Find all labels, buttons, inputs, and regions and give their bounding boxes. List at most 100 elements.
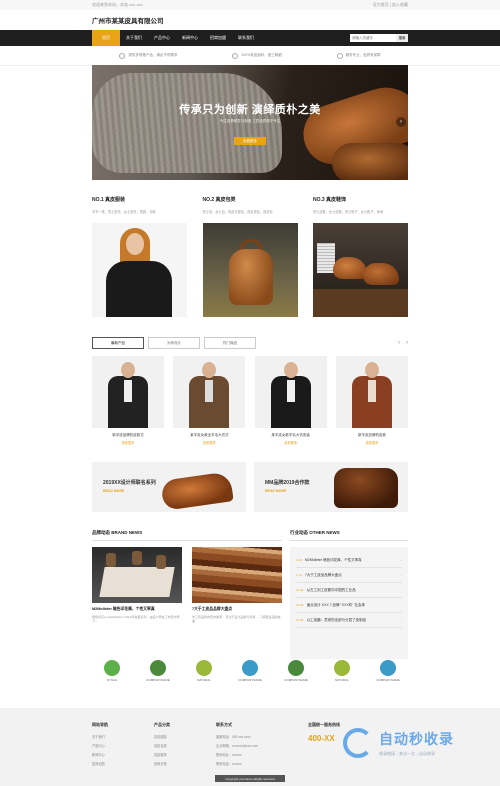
nav-home[interactable]: 首页 [92, 30, 120, 46]
nav-contact[interactable]: 联系我们 [232, 30, 260, 46]
tab-arrows: ‹ › [398, 340, 408, 346]
news-desc: 暗色印花Lucia&Molleter 2019年春夏系列... 由设计师在工作室… [92, 615, 180, 624]
nav-about[interactable]: 关于我们 [120, 30, 148, 46]
product-image[interactable] [254, 356, 327, 428]
tab-latest[interactable]: 最新产品 [92, 337, 144, 349]
partner-logo[interactable]: COMPANYNAME [276, 660, 316, 682]
footer-link[interactable]: 真皮服装 [154, 734, 216, 739]
company-logo[interactable]: 广州市某某皮具有限公司 [92, 15, 164, 25]
footer-link[interactable]: 真皮包类 [154, 743, 216, 748]
news-title[interactable]: 7大于工皮品品牌大盘点 [192, 607, 282, 612]
product-name[interactable]: 某羊皮女款羊毛大衣皮装 [255, 433, 327, 438]
category-desc: 男士皮鞋，女士皮鞋，男士靴子，女士靴子，休闲 [313, 210, 384, 214]
news-image[interactable] [192, 547, 282, 603]
tab-hot[interactable]: 热门商品 [204, 337, 256, 349]
news-link[interactable]: M2Molleter 暗色印花裤，个性又率真 [305, 558, 362, 563]
partner-name: NATURAL [197, 678, 211, 682]
list-item[interactable]: 12-01 从古工到工皮都向中国的工业品 › [296, 583, 402, 598]
feature-text: 提供多规格产品，满足不同需求 [128, 53, 178, 57]
product-more[interactable]: 查看更多 [255, 440, 327, 445]
promo-section: 2019XX设计师联名系列 READ MORE MM品牌2019合作款 READ… [92, 462, 408, 512]
promo-card[interactable]: MM品牌2019合作款 READ MORE [254, 462, 408, 512]
watermark-logo-icon [343, 728, 373, 758]
product-card[interactable]: 某羊皮女款羊毛大衣皮装 查看更多 [254, 356, 327, 445]
category-card[interactable]: NO.2 真皮包类 男士包，女士包，真皮手提包，真皮钱包，真皮包 [202, 196, 298, 317]
search-button[interactable]: 搜索 [396, 34, 408, 42]
news-image[interactable] [92, 547, 182, 603]
partner-logo[interactable]: COMPANYNAME [230, 660, 270, 682]
footer-link[interactable]: 招商加盟 [92, 761, 154, 766]
news-link[interactable]: 从古工到工皮都向中国的工业品 [307, 588, 356, 593]
arrow-icon: › [401, 603, 402, 607]
list-item[interactable]: 1.14 7大于工皮品品牌大盘点 › [296, 568, 402, 583]
watermark-subtitle: 收录链接→来访一次→自动收录 [379, 751, 435, 756]
prev-arrow-icon[interactable]: ‹ [398, 340, 400, 346]
read-more-link[interactable]: READ MORE [103, 489, 124, 493]
footer-link[interactable]: 新闻中心 [92, 752, 154, 757]
news-card[interactable]: M2Molleter 暗色印花裤，个性又率真 暗色印花Lucia&Mollete… [92, 547, 182, 623]
feature-icon [119, 52, 126, 59]
category-image[interactable] [313, 223, 408, 317]
footer-link[interactable]: 产品中心 [92, 743, 154, 748]
partner-name: COMPANYNAME [376, 678, 400, 682]
product-card[interactable]: 某羊皮女款全羊毛大衣式 查看更多 [173, 356, 246, 445]
category-card[interactable]: NO.3 真皮鞋饰 男士皮鞋，女士皮鞋，男士靴子，女士靴子，休闲 [313, 196, 408, 317]
footer-heading: 网站导航 [92, 722, 108, 727]
footer-heading: 产品分类 [154, 722, 170, 727]
search-input[interactable] [350, 34, 396, 42]
tab-design[interactable]: 为你设计 [148, 337, 200, 349]
partner-logo[interactable]: COMPANYNAME [368, 660, 408, 682]
category-image[interactable] [92, 223, 187, 317]
footer-link[interactable]: 其他分类 [154, 761, 216, 766]
news-title[interactable]: M2Molleter 暗色印花裤，个性又率真 [92, 607, 182, 612]
product-more[interactable]: 查看更多 [92, 440, 164, 445]
news-card[interactable]: 7大于工皮品品牌大盘点 羊工皮品牌的历史渊源... 专注于设计品质与传承 ...… [192, 547, 282, 623]
top-links[interactable]: 设为首页 | 加入收藏 [373, 2, 408, 8]
partner-logo[interactable]: COMPANYNAME [138, 660, 178, 682]
next-arrow-icon[interactable]: › [406, 340, 408, 346]
product-more[interactable]: 查看更多 [336, 440, 408, 445]
news-desc: 羊工皮品牌的历史渊源... 专注于设计品质与传承 ... 了解更多品牌故事 [192, 615, 281, 624]
contact-line: 客服电话：400-xxx-xxxx [216, 735, 251, 739]
partner-logo[interactable]: NATURAL [322, 660, 362, 682]
partner-logo[interactable]: NATURAL [184, 660, 224, 682]
product-image[interactable] [335, 356, 408, 428]
product-image[interactable] [173, 356, 246, 428]
footer-link[interactable]: 关于我们 [92, 734, 154, 739]
category-title: NO.2 真皮包类 [202, 197, 236, 203]
feature-text: 服务专业，品质有保障 [345, 53, 381, 57]
product-card[interactable]: 新羊皮品牌机皮款式 查看更多 [92, 356, 164, 445]
feature-item: 服务专业，品质有保障 [336, 52, 381, 59]
product-image[interactable] [92, 356, 164, 428]
partner-logo[interactable]: NYUAA [92, 660, 132, 682]
nav-news[interactable]: 新闻中心 [176, 30, 204, 46]
nav-franchise[interactable]: 招商加盟 [204, 30, 232, 46]
list-item[interactable]: 12-01 面点设计 XXX 7 品牌 "XXX件" 社会体 › [296, 598, 402, 613]
list-item[interactable]: 1.14 M2Molleter 暗色印花裤，个性又率真 › [296, 553, 402, 568]
product-name[interactable]: 某羊皮女款全羊毛大衣式 [173, 433, 245, 438]
main-nav: 首页 关于我们 产品中心 新闻中心 招商加盟 联系我们 搜索 [0, 30, 500, 46]
promo-card[interactable]: 2019XX设计师联名系列 READ MORE [92, 462, 246, 512]
product-more[interactable]: 查看更多 [173, 440, 245, 445]
watermark: 自动秒收录 收录链接→来访一次→自动收录 [343, 718, 483, 768]
product-name[interactable]: 新羊皮品牌机皮款式 [92, 433, 164, 438]
news-link[interactable]: 以工皮趣：意综的全部与分层了皮制品 [307, 618, 367, 623]
list-item[interactable]: 12-01 以工皮趣：意综的全部与分层了皮制品 › [296, 613, 402, 628]
product-card[interactable]: 新羊皮品牌机皮款 查看更多 [335, 356, 408, 445]
next-arrow-icon[interactable]: › [396, 117, 406, 127]
news-link[interactable]: 面点设计 XXX 7 品牌 "XXX件" 社会体 [307, 603, 365, 608]
footer-link[interactable]: 真皮鞋饰 [154, 752, 216, 757]
other-news-list: 1.14 M2Molleter 暗色印花裤，个性又率真 › 1.14 7大于工皮品品牌… [290, 547, 408, 659]
product-name[interactable]: 新羊皮品牌机皮款 [336, 433, 408, 438]
partner-name: COMPANYNAME [284, 678, 308, 682]
hero-banner[interactable]: 传承只为创新 演绎质朴之美 专注皮具研发与制造 工匠品质源于专注 查看更多 › [92, 65, 408, 180]
feature-bar: 提供多规格产品，满足不同需求 100%真皮面料，做工精细 服务专业，品质有保障 [0, 46, 500, 66]
banner-button[interactable]: 查看更多 [234, 137, 266, 145]
top-bar: 欢迎来到本站，本站 xxx-xxx 设为首页 | 加入收藏 [0, 0, 500, 10]
nav-products[interactable]: 产品中心 [148, 30, 176, 46]
contact-line: 企业邮箱：xxxxxxx@xxx.com [216, 744, 259, 748]
read-more-link[interactable]: READ MORE [265, 489, 286, 493]
category-card[interactable]: NO.1 真皮服装 羊羊一族，男士皮衣，女士皮衣，短款，长款 [92, 196, 187, 317]
news-link[interactable]: 7大于工皮品品牌大盘点 [305, 573, 342, 578]
category-image[interactable] [202, 223, 298, 317]
